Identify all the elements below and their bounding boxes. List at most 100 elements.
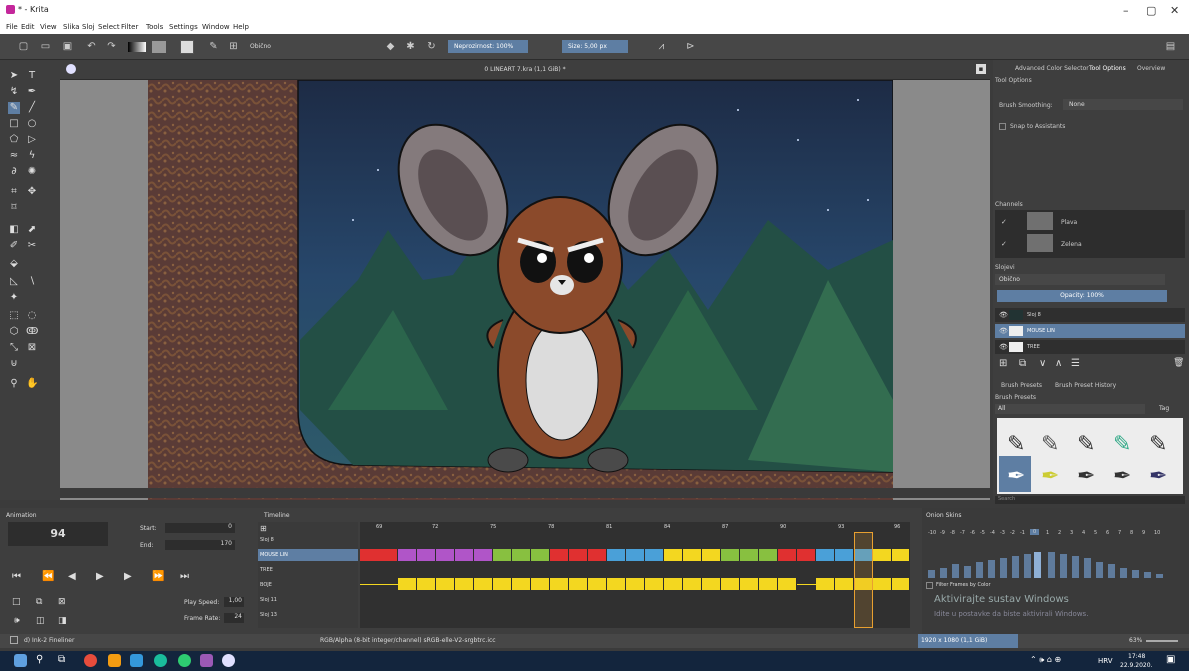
keyframe-yellow[interactable] xyxy=(702,549,721,561)
document-tab[interactable]: 0 LINEART 7.kra (1,1 GiB) * xyxy=(60,66,990,73)
start-field[interactable]: 0 xyxy=(165,523,235,533)
next-frame-icon[interactable]: ▶ xyxy=(124,571,132,582)
keyframe-green[interactable] xyxy=(512,549,531,561)
remove-keyframe-icon[interactable]: ⊠ xyxy=(58,597,66,607)
clock-date[interactable]: 22.9.2020. xyxy=(1120,662,1152,669)
keyframe-blue[interactable] xyxy=(626,549,645,561)
keyframe-yellow[interactable] xyxy=(892,549,910,561)
save-icon[interactable]: ▣ xyxy=(62,41,73,52)
onion-number[interactable]: -1 xyxy=(1020,530,1025,536)
timeline-layer[interactable]: Sloj 11 xyxy=(260,597,277,603)
onion-bar[interactable] xyxy=(1156,574,1163,578)
onion-bar[interactable] xyxy=(1060,554,1067,578)
edge-icon[interactable] xyxy=(154,654,167,667)
dynamic-brush-icon[interactable]: ∂ xyxy=(8,166,20,178)
assistant-tool-icon[interactable]: ◺ xyxy=(8,276,20,288)
bezier-select-icon[interactable]: ⊠ xyxy=(26,342,38,354)
onion-number[interactable]: -2 xyxy=(1010,530,1015,536)
onion-bar[interactable] xyxy=(1000,558,1007,578)
krita-taskbar-icon[interactable] xyxy=(222,654,235,667)
contiguous-fill-icon[interactable]: ⬙ xyxy=(8,258,20,270)
keyframe-yellow[interactable] xyxy=(740,578,759,590)
move-down-icon[interactable]: ∨ xyxy=(1039,358,1046,369)
layer-row[interactable]: 👁 Sloj 8 xyxy=(995,308,1185,322)
zoom-level[interactable]: 63% xyxy=(1129,637,1142,644)
move-tool-icon[interactable]: ✥ xyxy=(26,186,38,198)
layer-row[interactable]: 👁 TREE xyxy=(995,340,1185,354)
search-icon[interactable]: ⚲ xyxy=(36,654,43,665)
rectangle-tool-icon[interactable]: □ xyxy=(8,118,20,130)
keyframe-yellow[interactable] xyxy=(873,578,892,590)
timeline-grid[interactable]: 69 72 75 78 81 84 87 90 93 96 xyxy=(360,522,910,628)
menu-filter[interactable]: Filter xyxy=(121,23,138,31)
timeline-layer[interactable]: MOUSE LIN xyxy=(260,552,288,558)
menu-settings[interactable]: Settings xyxy=(169,23,198,31)
onion-number[interactable]: 9 xyxy=(1142,530,1145,536)
keyframe-green[interactable] xyxy=(493,549,512,561)
keyframe-blue[interactable] xyxy=(816,549,835,561)
keyframe-yellow[interactable] xyxy=(569,578,588,590)
brush-tool-icon[interactable]: ✎ xyxy=(8,102,20,114)
clock-time[interactable]: 17:48 xyxy=(1128,653,1145,660)
menu-sloj[interactable]: Sloj xyxy=(82,23,95,31)
onion-number[interactable]: 1 xyxy=(1046,530,1049,536)
notifications-icon[interactable]: ▣ xyxy=(1166,654,1175,665)
layer-row-selected[interactable]: 👁 MOUSE LIN xyxy=(995,324,1185,338)
onion-bar[interactable] xyxy=(1012,556,1019,578)
menu-select[interactable]: Select xyxy=(98,23,120,31)
keyframe-yellow[interactable] xyxy=(626,578,645,590)
presets-filter-select[interactable]: All xyxy=(995,404,1145,414)
onion-bar[interactable] xyxy=(952,564,959,578)
color-swatch[interactable] xyxy=(180,40,194,54)
keyframe-blue[interactable] xyxy=(607,549,626,561)
freehand-path-icon[interactable]: ϟ xyxy=(26,150,38,162)
presets-tag-button[interactable]: Tag xyxy=(1159,405,1169,412)
tab-brush-preset-history[interactable]: Brush Preset History xyxy=(1055,382,1116,389)
new-document-icon[interactable]: ▢ xyxy=(18,41,29,52)
mirror-horizontal-icon[interactable]: ⩘ xyxy=(656,41,667,52)
close-document-icon[interactable]: ▪ xyxy=(976,64,986,74)
onion-number[interactable]: -8 xyxy=(950,530,955,536)
keyframe-yellow[interactable] xyxy=(702,578,721,590)
canvas-image[interactable] xyxy=(148,80,893,500)
move-up-icon[interactable]: ∧ xyxy=(1055,358,1062,369)
onion-number[interactable]: 5 xyxy=(1094,530,1097,536)
keyframe-blue[interactable] xyxy=(835,549,854,561)
similar-select-icon[interactable]: ⤡ xyxy=(8,342,20,354)
maximize-button[interactable]: ▢ xyxy=(1146,4,1156,17)
zoom-tool-icon[interactable]: ⚲ xyxy=(8,378,20,390)
timeline-layer[interactable]: BOJE xyxy=(260,582,272,588)
undo-icon[interactable]: ↶ xyxy=(86,41,97,52)
add-layer-icon[interactable]: ⊞ xyxy=(999,358,1007,369)
tab-brush-presets[interactable]: Brush Presets xyxy=(1001,382,1042,389)
keyframe-yellow[interactable] xyxy=(721,578,740,590)
keyframe-purple[interactable] xyxy=(417,549,436,561)
drop-frames-icon[interactable]: ◨ xyxy=(58,616,67,626)
current-frame-field[interactable]: 94 xyxy=(8,522,108,546)
onion-number[interactable]: -9 xyxy=(940,530,945,536)
onion-number[interactable]: -4 xyxy=(990,530,995,536)
keyframe-green[interactable] xyxy=(759,549,778,561)
keyframe-yellow[interactable] xyxy=(645,578,664,590)
keyframe-yellow[interactable] xyxy=(816,578,835,590)
fill-tool-icon[interactable]: ⬈ xyxy=(26,224,38,236)
task-view-icon[interactable]: ⧉ xyxy=(58,654,65,665)
onion-number[interactable]: -10 xyxy=(928,530,936,536)
keyframe-yellow[interactable] xyxy=(683,549,702,561)
freehand-select-icon[interactable]: ↂ xyxy=(26,326,38,338)
keyframe-yellow[interactable] xyxy=(607,578,626,590)
timeline-layer[interactable]: Sloj 13 xyxy=(260,612,277,618)
onion-number[interactable]: 7 xyxy=(1118,530,1121,536)
onion-bar[interactable] xyxy=(928,570,935,578)
brush-preset-pen-icon[interactable]: ✒ xyxy=(1041,464,1059,489)
timeline-add-icon[interactable]: ⊞ xyxy=(260,524,267,533)
keyframe-red[interactable] xyxy=(360,549,398,561)
onion-bar[interactable] xyxy=(1132,570,1139,578)
end-field[interactable]: 170 xyxy=(165,540,235,550)
onion-bar[interactable] xyxy=(1084,558,1091,578)
brush-preset-pen-icon[interactable]: ✒ xyxy=(1113,464,1131,489)
opacity-slider[interactable]: Neprozirnost: 100% xyxy=(448,40,528,53)
keyframe-yellow[interactable] xyxy=(493,578,512,590)
keyframe-yellow[interactable] xyxy=(759,578,778,590)
color-picker-icon[interactable]: ✐ xyxy=(8,240,20,252)
